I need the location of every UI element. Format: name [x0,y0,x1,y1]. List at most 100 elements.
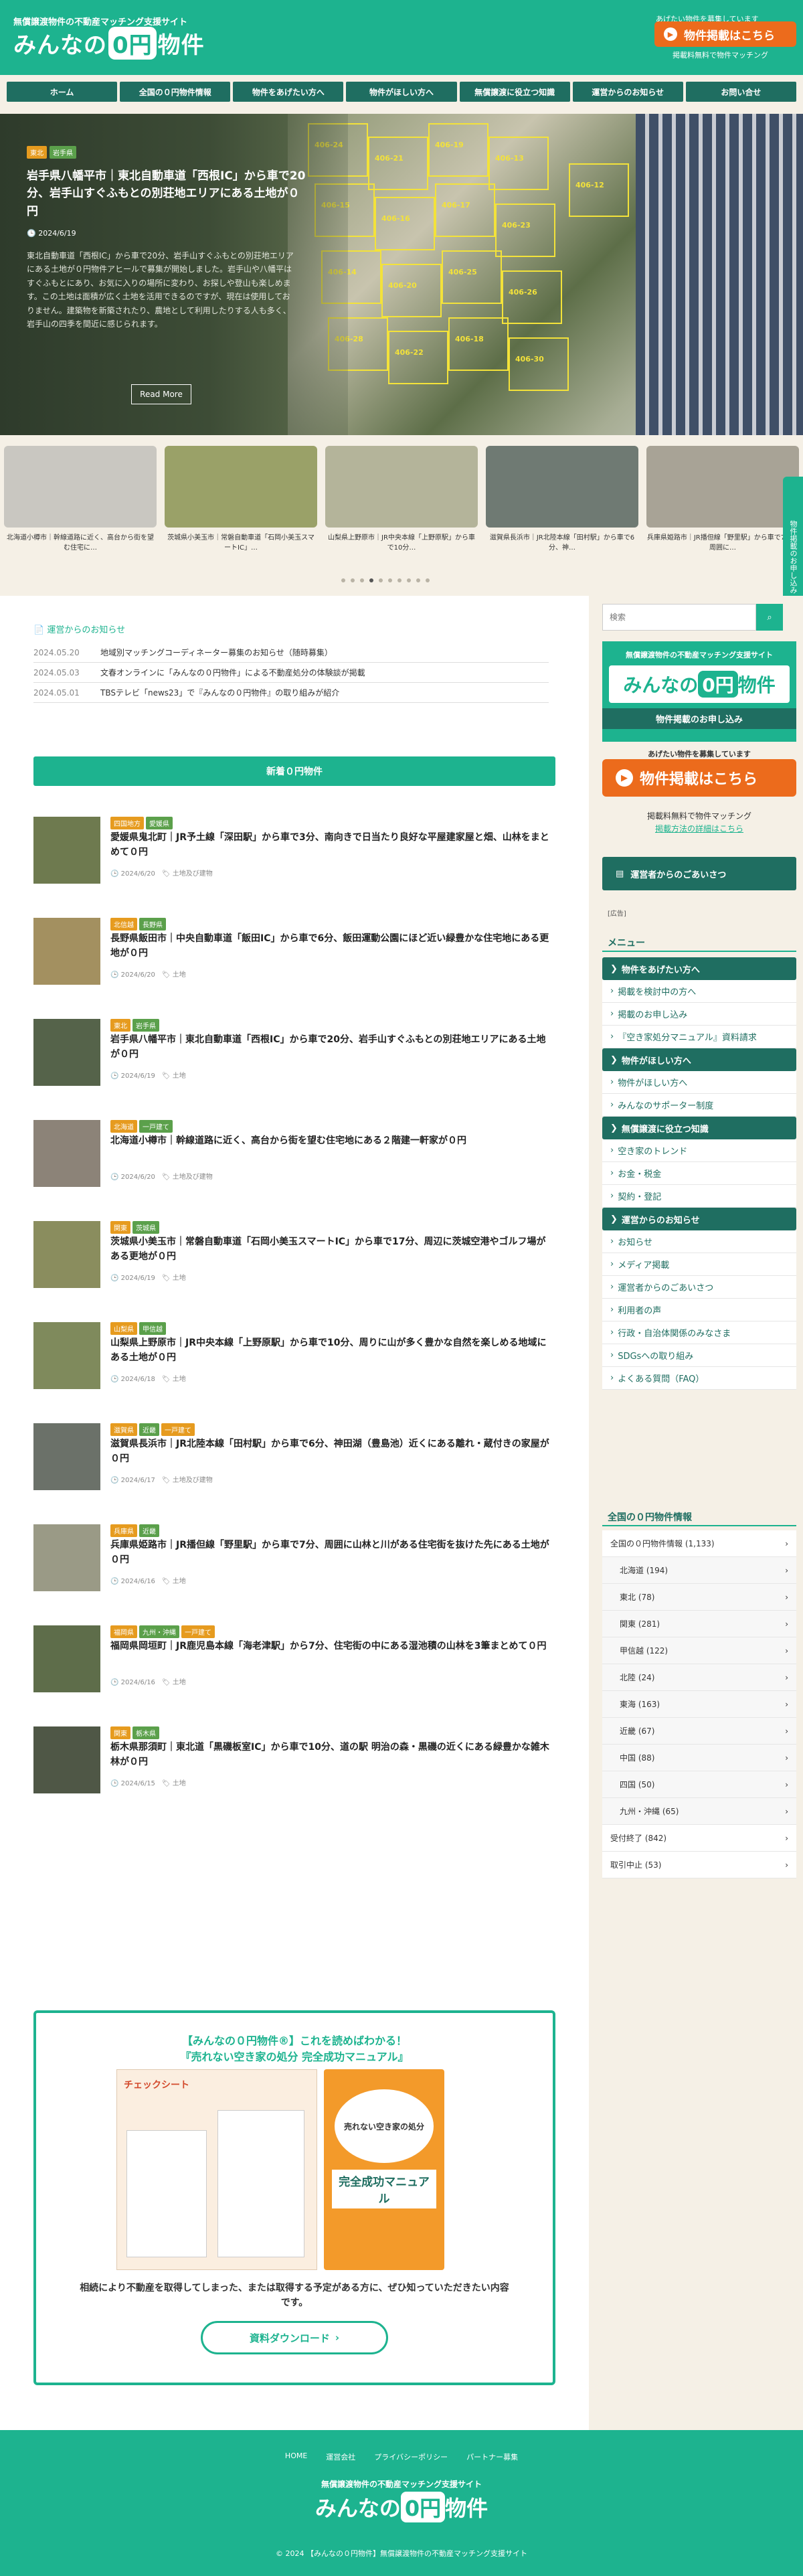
nav-item[interactable]: 物件をあげたい方へ [233,82,344,102]
category-badge[interactable]: 岩手県 [50,146,76,159]
menu-item[interactable]: › 空き家のトレンド [602,1139,796,1162]
footer-link[interactable]: プライバシーポリシー [374,2451,448,2462]
nav-item[interactable]: お問い合せ [685,82,796,102]
menu-item[interactable]: › 掲載のお申し込み [602,1003,796,1026]
menu-item[interactable]: › お知らせ [602,1230,796,1253]
slider-thumb[interactable]: 北海道小樽市｜幹線道路に近く、高台から街を望む住宅に… [4,446,157,553]
news-title[interactable]: TBSテレビ「news23」で『みんなの０円物件』の取り組みが紹介 [100,687,339,698]
menu-group-heading[interactable]: ❯ 運営からのお知らせ [602,1208,796,1230]
slider-dot[interactable] [407,578,411,582]
article-title[interactable]: 茨城県小美玉市｜常磐自動車道「石岡小美玉スマートIC」から車で17分、周辺に茨城… [110,1234,552,1265]
category-item[interactable]: 取引中止 (53) › [602,1852,796,1878]
category-item[interactable]: 全国の０円物件情報 (1,133) › [602,1530,796,1557]
category-badge[interactable]: 近畿 [139,1423,159,1436]
category-badge[interactable]: 関東 [110,1221,130,1234]
article-title[interactable]: 岩手県八幡平市｜東北自動車道「西根IC」から車で20分、岩手山すぐふもとの別荘地… [110,1032,552,1062]
slider-dot[interactable] [426,578,430,582]
category-badge[interactable]: 滋賀県 [110,1423,137,1436]
category-item[interactable]: 北海道 (194) › [602,1557,796,1584]
slider-dot[interactable] [397,578,402,582]
site-logo[interactable]: みんなの 0円 物件 [13,27,205,60]
menu-item[interactable]: › メディア掲載 [602,1253,796,1276]
category-badge[interactable]: 福岡県 [110,1625,137,1638]
menu-group-heading[interactable]: ❯ 無償譲渡に役立つ知識 [602,1117,796,1139]
category-item[interactable]: 近畿 (67) › [602,1718,796,1745]
menu-item[interactable]: › 『空き家処分マニュアル』資料請求 [602,1026,796,1048]
category-item[interactable]: 甲信越 (122) › [602,1637,796,1664]
category-badge[interactable]: 愛媛県 [146,817,173,829]
menu-item[interactable]: › 契約・登記 [602,1185,796,1208]
article-title[interactable]: 山梨県上野原市｜JR中央本線「上野原駅」から車で10分、周りに山が多く豊かな自然… [110,1336,552,1366]
article-thumbnail[interactable] [33,1524,100,1591]
category-badge[interactable]: 一戸建て [139,1120,173,1133]
article-card[interactable]: 滋賀県 近畿 一戸建て 滋賀県長浜市｜JR北陸本線「田村駅」から車で6分、神田湖（豊島… [33,1423,555,1517]
category-badge[interactable]: 北信越 [110,918,137,931]
category-badge[interactable]: 長野県 [139,918,166,931]
article-thumbnail[interactable] [33,1423,100,1490]
slider-dot[interactable] [379,578,383,582]
article-card[interactable]: 福岡県 九州・沖縄 一戸建て 福岡県岡垣町｜JR鹿児島本線「海老津駅」から7分、住宅街… [33,1625,555,1719]
category-item[interactable]: 九州・沖縄 (65) › [602,1798,796,1825]
menu-item[interactable]: › 物件がほしい方へ [602,1071,796,1094]
category-item[interactable]: 北陸 (24) › [602,1664,796,1691]
article-title[interactable]: 長野県飯田市｜中央自動車道「飯田IC」から車で6分、飯田運動公園にほど近い緑豊か… [110,931,552,961]
article-card[interactable]: 北信越 長野県 長野県飯田市｜中央自動車道「飯田IC」から車で6分、飯田運動公園にほ… [33,918,555,1012]
article-thumbnail[interactable] [33,1726,100,1793]
category-badge[interactable]: 一戸建て [161,1423,195,1436]
article-thumbnail[interactable] [33,817,100,884]
category-item[interactable]: 東北 (78) › [602,1584,796,1611]
menu-item[interactable]: › 運営者からのごあいさつ [602,1276,796,1299]
category-badge[interactable]: 一戸建て [181,1625,215,1638]
article-card[interactable]: 四国地方 愛媛県 愛媛県鬼北町｜JR予土線「深田駅」から車で3分、南向きで日当たり良… [33,817,555,910]
category-item[interactable]: 四国 (50) › [602,1771,796,1798]
menu-item[interactable]: › お金・税金 [602,1162,796,1185]
slider-thumb[interactable]: 兵庫県姫路市｜JR播但線「野里駅」から車で7分、周囲に… [646,446,799,553]
category-item[interactable]: 中国 (88) › [602,1745,796,1771]
listing-details-link[interactable]: 掲載方法の詳細はこちら [655,824,743,833]
menu-group-heading[interactable]: ❯ 物件をあげたい方へ [602,957,796,980]
article-card[interactable]: 東北 岩手県 岩手県八幡平市｜東北自動車道「西根IC」から車で20分、岩手山すぐふも… [33,1019,555,1113]
slider-thumb[interactable]: 山梨県上野原市｜JR中央本線「上野原駅」から車で10分… [325,446,478,553]
news-item[interactable]: 2024.05.20 地域別マッチングコーディネーター募集のお知らせ（随時募集） [33,643,549,663]
menu-group-heading[interactable]: ❯ 物件がほしい方へ [602,1048,796,1071]
menu-item[interactable]: › 掲載を検討中の方へ [602,980,796,1003]
article-thumbnail[interactable] [33,1120,100,1187]
article-title[interactable]: 栃木県那須町｜東北道「黒磯板室IC」から車で10分、道の駅 明治の森・黒磯の近く… [110,1740,552,1770]
article-card[interactable]: 北海道 一戸建て 北海道小樽市｜幹線道路に近く、高台から街を望む住宅地にある２階建一… [33,1120,555,1214]
category-badge[interactable]: 山梨県 [110,1322,137,1335]
article-thumbnail[interactable] [33,918,100,985]
article-card[interactable]: 関東 栃木県 栃木県那須町｜東北道「黒磯板室IC」から車で10分、道の駅 明治の森・… [33,1726,555,1820]
slider-dot[interactable] [351,578,355,582]
slider-thumb[interactable]: 茨城県小美玉市｜常磐自動車道「石岡小美玉スマートIC」… [165,446,317,553]
article-title[interactable]: 滋賀県長浜市｜JR北陸本線「田村駅」から車で6分、神田湖（豊島池）近くにある離れ… [110,1437,552,1467]
search-button[interactable]: ⌕ [756,604,783,631]
menu-item[interactable]: › 行政・自治体関係のみなさま [602,1321,796,1344]
news-item[interactable]: 2024.05.03 文春オンラインに「みんなの０円物件」による不動産処分の体験談… [33,663,549,683]
menu-item[interactable]: › よくある質問（FAQ） [602,1367,796,1390]
article-card[interactable]: 関東 茨城県 茨城県小美玉市｜常磐自動車道「石岡小美玉スマートIC」から車で17分、… [33,1221,555,1315]
footer-link[interactable]: 運営会社 [326,2451,355,2462]
article-thumbnail[interactable] [33,1322,100,1389]
article-card[interactable]: 山梨県 甲信越 山梨県上野原市｜JR中央本線「上野原駅」から車で10分、周りに山が多… [33,1322,555,1416]
menu-item[interactable]: › みんなのサポーター制度 [602,1094,796,1117]
category-badge[interactable]: 九州・沖縄 [139,1625,179,1638]
menu-item[interactable]: › 利用者の声 [602,1299,796,1321]
search-input[interactable] [602,604,756,631]
download-button[interactable]: 資料ダウンロード › [201,2321,388,2354]
sidebar-listing-button[interactable]: ▶ 物件掲載はこちら [602,759,796,797]
slider-dot[interactable] [416,578,420,582]
category-badge[interactable]: 北海道 [110,1120,137,1133]
category-badge[interactable]: 岩手県 [132,1019,159,1032]
read-more-button[interactable]: Read More [131,384,191,404]
nav-item[interactable]: 物件がほしい方へ [346,82,457,102]
hero-slide[interactable]: 406-24406-21406-19406-13406-15406-16406-… [0,114,803,435]
category-badge[interactable]: 甲信越 [139,1322,166,1335]
category-badge[interactable]: 四国地方 [110,817,144,829]
category-badge[interactable]: 栃木県 [132,1726,159,1739]
category-badge[interactable]: 東北 [110,1019,130,1032]
sidebar-banner[interactable]: 無償譲渡物件の不動産マッチング支援サイト みんなの 0円 物件 物件掲載のお申し込み [602,641,796,742]
slider-dot[interactable] [341,578,345,582]
category-badge[interactable]: 茨城県 [132,1221,159,1234]
nav-item[interactable]: 無償譲渡に役立つ知識 [459,82,570,102]
header-listing-button[interactable]: ▶ 物件掲載はこちら [654,21,796,47]
